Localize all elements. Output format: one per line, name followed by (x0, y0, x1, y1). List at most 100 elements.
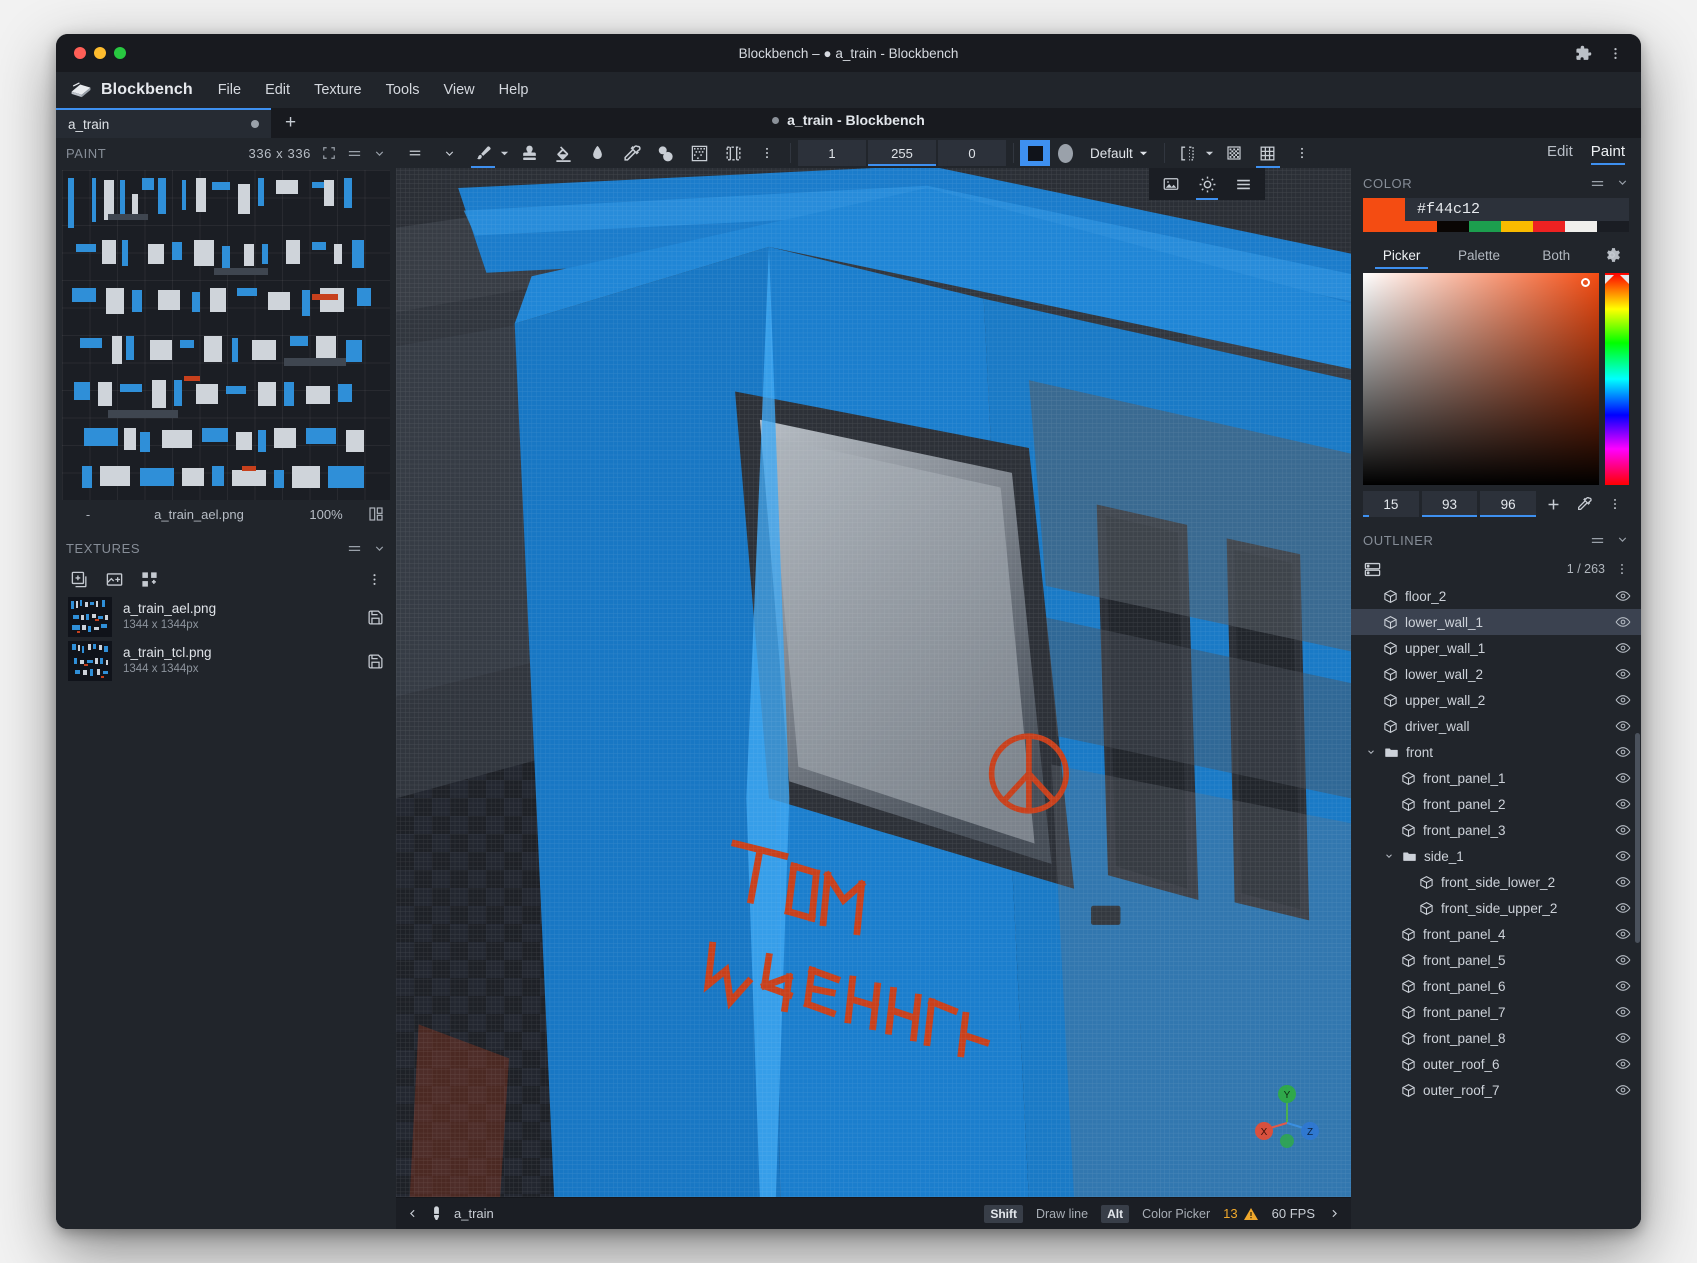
outliner-node-front_panel_7[interactable]: front_panel_7 (1351, 999, 1641, 1025)
toolbar-more-vertical-icon[interactable] (1285, 138, 1319, 168)
chevron-down-icon[interactable] (373, 542, 386, 555)
recent-color-2[interactable] (1469, 221, 1501, 232)
sv-handle[interactable] (1581, 278, 1590, 287)
tab-paint[interactable]: Paint (1591, 143, 1625, 163)
tab-palette[interactable]: Palette (1440, 241, 1517, 269)
import-texture-icon[interactable] (105, 570, 124, 589)
menu-icon[interactable] (347, 146, 362, 161)
outliner-scrollbar[interactable] (1635, 733, 1640, 943)
copy-paste-tool[interactable] (716, 138, 750, 168)
project-tab-a-train[interactable]: a_train (56, 108, 271, 138)
window-controls[interactable] (56, 47, 126, 59)
outliner-node-upper_wall_2[interactable]: upper_wall_2 (1351, 687, 1641, 713)
chevron-right-icon[interactable] (1328, 1207, 1341, 1220)
gradient-tool[interactable] (682, 138, 716, 168)
3d-viewport[interactable]: Y X Z (396, 168, 1351, 1197)
saturation-value-box[interactable] (1363, 273, 1599, 485)
toolbar-menu-icon[interactable] (398, 138, 432, 168)
textures-more-icon[interactable] (367, 572, 382, 587)
menu-item-tools[interactable]: Tools (375, 77, 431, 103)
tab-modified-dot-icon[interactable] (251, 120, 259, 128)
tab-picker[interactable]: Picker (1363, 241, 1440, 269)
outliner-node-front_side_lower_2[interactable]: front_side_lower_2 (1351, 869, 1641, 895)
outliner-node-front_panel_3[interactable]: front_panel_3 (1351, 817, 1641, 843)
chevron-down-icon[interactable] (373, 147, 386, 160)
visibility-toggle-icon[interactable] (1615, 770, 1631, 786)
outliner-node-lower_wall_2[interactable]: lower_wall_2 (1351, 661, 1641, 687)
visibility-toggle-icon[interactable] (1615, 614, 1631, 630)
current-color-swatch[interactable] (1363, 198, 1405, 232)
menu-icon[interactable] (1590, 533, 1605, 548)
visibility-toggle-icon[interactable] (1615, 796, 1631, 812)
outliner-node-floor_2[interactable]: floor_2 (1351, 583, 1641, 609)
outliner-node-front_side_upper_2[interactable]: front_side_upper_2 (1351, 895, 1641, 921)
visibility-toggle-icon[interactable] (1615, 744, 1631, 760)
chevron-down-icon[interactable] (1365, 747, 1377, 757)
chevron-down-icon[interactable] (1616, 533, 1629, 548)
circle-brush-shape-button[interactable] (1050, 138, 1080, 168)
save-icon[interactable] (367, 653, 384, 670)
visibility-toggle-icon[interactable] (1615, 900, 1631, 916)
uv-texture-canvas[interactable] (62, 170, 390, 500)
recent-color-0[interactable] (1405, 221, 1437, 232)
outliner-node-front[interactable]: front (1351, 739, 1641, 765)
painting-grid-icon[interactable] (1217, 138, 1251, 168)
menu-icon[interactable] (347, 541, 362, 556)
hue-field[interactable]: 15 (1363, 491, 1419, 517)
outliner-node-front_panel_8[interactable]: front_panel_8 (1351, 1025, 1641, 1051)
stamp-tool[interactable] (512, 138, 546, 168)
viewport-menu-icon[interactable] (1225, 168, 1261, 200)
draw-shape-tool[interactable] (648, 138, 682, 168)
outliner-node-outer_roof_7[interactable]: outer_roof_7 (1351, 1077, 1641, 1103)
brush-options-chevron-icon[interactable] (500, 138, 512, 168)
brush-size-field[interactable]: 1 (798, 140, 866, 166)
visibility-toggle-icon[interactable] (1615, 1004, 1631, 1020)
visibility-toggle-icon[interactable] (1615, 640, 1631, 656)
visibility-toggle-icon[interactable] (1615, 874, 1631, 890)
chevron-down-icon[interactable] (1383, 851, 1395, 861)
recent-color-5[interactable] (1565, 221, 1597, 232)
recent-color-4[interactable] (1533, 221, 1565, 232)
eyedropper-icon[interactable] (1570, 491, 1598, 517)
eraser-tool[interactable] (580, 138, 614, 168)
menu-item-view[interactable]: View (432, 77, 485, 103)
menu-item-edit[interactable]: Edit (254, 77, 301, 103)
chevron-left-icon[interactable] (406, 1207, 419, 1220)
visibility-toggle-icon[interactable] (1615, 848, 1631, 864)
save-icon[interactable] (367, 609, 384, 626)
square-brush-shape-button[interactable] (1020, 140, 1050, 166)
visibility-toggle-icon[interactable] (1615, 666, 1631, 682)
visibility-toggle-icon[interactable] (1615, 978, 1631, 994)
blend-mode-dropdown[interactable]: Default (1080, 138, 1158, 168)
color-hex-input[interactable]: #f44c12 (1405, 198, 1629, 221)
outliner-node-front_panel_4[interactable]: front_panel_4 (1351, 921, 1641, 947)
color-more-vertical-icon[interactable] (1601, 491, 1629, 517)
color-picker-tool[interactable] (614, 138, 648, 168)
maximize-window-button[interactable] (114, 47, 126, 59)
outliner-node-side_1[interactable]: side_1 (1351, 843, 1641, 869)
outliner-node-front_panel_2[interactable]: front_panel_2 (1351, 791, 1641, 817)
settings-gear-icon[interactable] (1595, 241, 1629, 269)
mirror-painting-icon[interactable] (1171, 138, 1205, 168)
hue-slider[interactable] (1605, 273, 1629, 485)
saturation-field[interactable]: 93 (1422, 491, 1478, 517)
more-vertical-icon[interactable] (1608, 46, 1623, 61)
outliner-node-driver_wall[interactable]: driver_wall (1351, 713, 1641, 739)
brush-opacity-field[interactable]: 255 (868, 140, 936, 166)
menu-item-help[interactable]: Help (488, 77, 540, 103)
create-template-icon[interactable] (140, 570, 159, 589)
visibility-toggle-icon[interactable] (1615, 1056, 1631, 1072)
tab-edit[interactable]: Edit (1547, 143, 1573, 163)
axis-gizmo[interactable]: Y X Z (1249, 1077, 1321, 1149)
toolbar-chevron-down-icon[interactable] (432, 138, 466, 168)
outliner-more-icon[interactable] (1615, 562, 1629, 576)
puzzle-icon[interactable] (1575, 45, 1592, 62)
texture-list-item[interactable]: a_train_tcl.png 1344 x 1344px (56, 639, 396, 683)
brush-softness-field[interactable]: 0 (938, 140, 1006, 166)
brush-tool[interactable] (466, 138, 500, 168)
add-swatch-icon[interactable] (1539, 491, 1567, 517)
chevron-down-icon[interactable] (1616, 176, 1629, 191)
fill-tool[interactable] (546, 138, 580, 168)
paint-mode-icon[interactable] (428, 1205, 445, 1222)
visibility-toggle-icon[interactable] (1615, 588, 1631, 604)
